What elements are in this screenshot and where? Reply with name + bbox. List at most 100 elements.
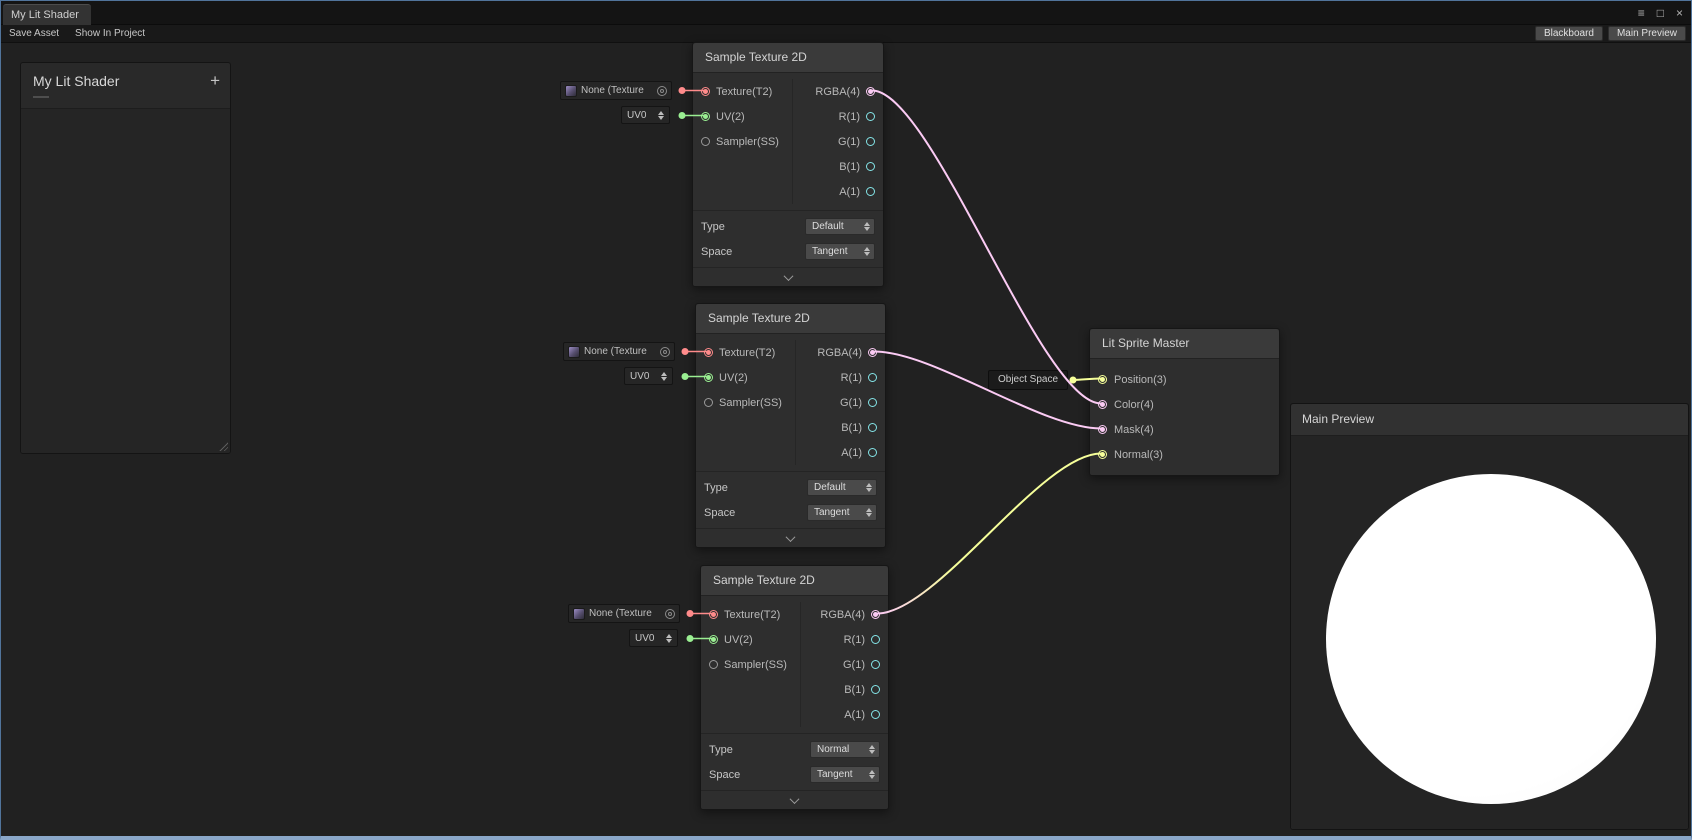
preview-sphere[interactable] <box>1326 474 1656 804</box>
port-label: UV(2) <box>724 634 753 646</box>
port-rgba-output[interactable] <box>871 610 880 619</box>
show-in-project-button[interactable]: Show In Project <box>67 25 153 43</box>
expand-preview-button[interactable] <box>701 790 888 809</box>
expand-preview-button[interactable] <box>696 528 885 547</box>
port-r-output[interactable] <box>868 373 877 382</box>
port-mask-input[interactable] <box>1098 425 1107 434</box>
port-g-output[interactable] <box>866 137 875 146</box>
dropdown-arrows-icon <box>869 745 875 754</box>
uv-channel-dropdown-1[interactable]: UV0 <box>621 106 670 124</box>
port-label: RGBA(4) <box>815 86 860 98</box>
texture-slot-pill-2[interactable]: None (Texture <box>563 342 675 361</box>
node-lit-sprite-master[interactable]: Lit Sprite Master Position(3) Color(4) M… <box>1089 328 1280 476</box>
texture-slot-pill-3[interactable]: None (Texture <box>568 604 680 623</box>
port-label: B(1) <box>839 161 860 173</box>
blackboard-panel[interactable]: My Lit Shader + <box>20 62 231 454</box>
port-label: RGBA(4) <box>820 609 865 621</box>
port-color-input[interactable] <box>1098 400 1107 409</box>
space-dropdown[interactable]: Tangent <box>805 243 875 260</box>
node-title[interactable]: Lit Sprite Master <box>1090 329 1279 359</box>
port-label: R(1) <box>839 111 860 123</box>
port-sampler-input[interactable] <box>709 660 718 669</box>
chevron-down-icon <box>790 794 800 804</box>
node-sample-texture-2d-1[interactable]: Sample Texture 2D Texture(T2) UV(2) Samp… <box>692 42 884 287</box>
node-ports: Texture(T2) UV(2) Sampler(SS) RGBA(4) R(… <box>701 596 888 733</box>
port-r-output[interactable] <box>871 635 880 644</box>
object-picker-icon[interactable] <box>665 609 675 619</box>
port-sampler-input[interactable] <box>701 137 710 146</box>
port-texture-input[interactable] <box>704 348 713 357</box>
type-label: Type <box>701 221 725 233</box>
port-a-output[interactable] <box>871 710 880 719</box>
window-menu-icon[interactable]: ≡ <box>1638 5 1645 21</box>
main-preview-title[interactable]: Main Preview <box>1291 404 1688 436</box>
port-r-output[interactable] <box>866 112 875 121</box>
type-dropdown[interactable]: Default <box>805 218 875 235</box>
uv-channel-dropdown-3[interactable]: UV0 <box>629 629 678 647</box>
shader-graph-window: My Lit Shader ≡ □ × Save Asset Show In P… <box>0 0 1692 840</box>
port-uv-input[interactable] <box>704 373 713 382</box>
texture-slot-label: None (Texture <box>584 346 656 357</box>
dropdown-arrows-icon <box>866 508 872 517</box>
port-position-input[interactable] <box>1098 375 1107 384</box>
object-picker-icon[interactable] <box>660 347 670 357</box>
port-uv-input[interactable] <box>701 112 710 121</box>
port-b-output[interactable] <box>871 685 880 694</box>
space-value: Tangent <box>817 769 853 780</box>
dropdown-arrows-icon <box>869 770 875 779</box>
port-b-output[interactable] <box>866 162 875 171</box>
port-b-output[interactable] <box>868 423 877 432</box>
node-title[interactable]: Sample Texture 2D <box>701 566 888 596</box>
position-space-pill[interactable]: Object Space <box>988 370 1068 390</box>
main-preview-panel[interactable]: Main Preview <box>1290 403 1689 830</box>
main-preview-toggle-button[interactable]: Main Preview <box>1608 26 1686 41</box>
port-uv-input[interactable] <box>709 635 718 644</box>
node-title[interactable]: Sample Texture 2D <box>693 43 883 73</box>
port-texture-input[interactable] <box>701 87 710 96</box>
port-label: RGBA(4) <box>817 347 862 359</box>
port-label: Position(3) <box>1114 374 1167 386</box>
type-value: Default <box>812 221 844 232</box>
add-property-button[interactable]: + <box>210 72 220 89</box>
port-label: G(1) <box>840 397 862 409</box>
expand-preview-button[interactable] <box>693 267 883 286</box>
window-tab[interactable]: My Lit Shader <box>3 4 91 25</box>
port-g-output[interactable] <box>871 660 880 669</box>
window-controls: ≡ □ × <box>1638 5 1683 21</box>
space-dropdown[interactable]: Tangent <box>810 766 880 783</box>
blackboard-header[interactable]: My Lit Shader + <box>21 63 230 109</box>
input-ports-column: Texture(T2) UV(2) Sampler(SS) <box>701 602 800 727</box>
texture-thumbnail-icon <box>568 346 580 358</box>
maximize-icon[interactable]: □ <box>1657 5 1664 21</box>
node-sample-texture-2d-2[interactable]: Sample Texture 2D Texture(T2) UV(2) Samp… <box>695 303 886 548</box>
port-a-output[interactable] <box>868 448 877 457</box>
port-a-output[interactable] <box>866 187 875 196</box>
port-normal-input[interactable] <box>1098 450 1107 459</box>
port-label: Color(4) <box>1114 399 1154 411</box>
node-controls: Type Default Space Tangent <box>693 210 883 267</box>
port-g-output[interactable] <box>868 398 877 407</box>
port-rgba-output[interactable] <box>868 348 877 357</box>
type-dropdown[interactable]: Normal <box>810 741 880 758</box>
port-rgba-output[interactable] <box>866 87 875 96</box>
port-label: Sampler(SS) <box>724 659 787 671</box>
close-icon[interactable]: × <box>1676 5 1683 21</box>
texture-slot-pill-1[interactable]: None (Texture <box>560 81 672 100</box>
blackboard-toggle-button[interactable]: Blackboard <box>1535 26 1603 41</box>
port-label: UV(2) <box>716 111 745 123</box>
uv-channel-dropdown-2[interactable]: UV0 <box>624 367 673 385</box>
node-title[interactable]: Sample Texture 2D <box>696 304 885 334</box>
save-asset-button[interactable]: Save Asset <box>1 25 67 43</box>
port-label: Texture(T2) <box>724 609 780 621</box>
port-label: Texture(T2) <box>719 347 775 359</box>
space-dropdown[interactable]: Tangent <box>807 504 877 521</box>
port-label: G(1) <box>843 659 865 671</box>
port-label: G(1) <box>838 136 860 148</box>
port-label: B(1) <box>844 684 865 696</box>
type-dropdown[interactable]: Default <box>807 479 877 496</box>
port-texture-input[interactable] <box>709 610 718 619</box>
object-picker-icon[interactable] <box>657 86 667 96</box>
position-space-label: Object Space <box>998 374 1058 385</box>
port-sampler-input[interactable] <box>704 398 713 407</box>
node-sample-texture-2d-3[interactable]: Sample Texture 2D Texture(T2) UV(2) Samp… <box>700 565 889 810</box>
